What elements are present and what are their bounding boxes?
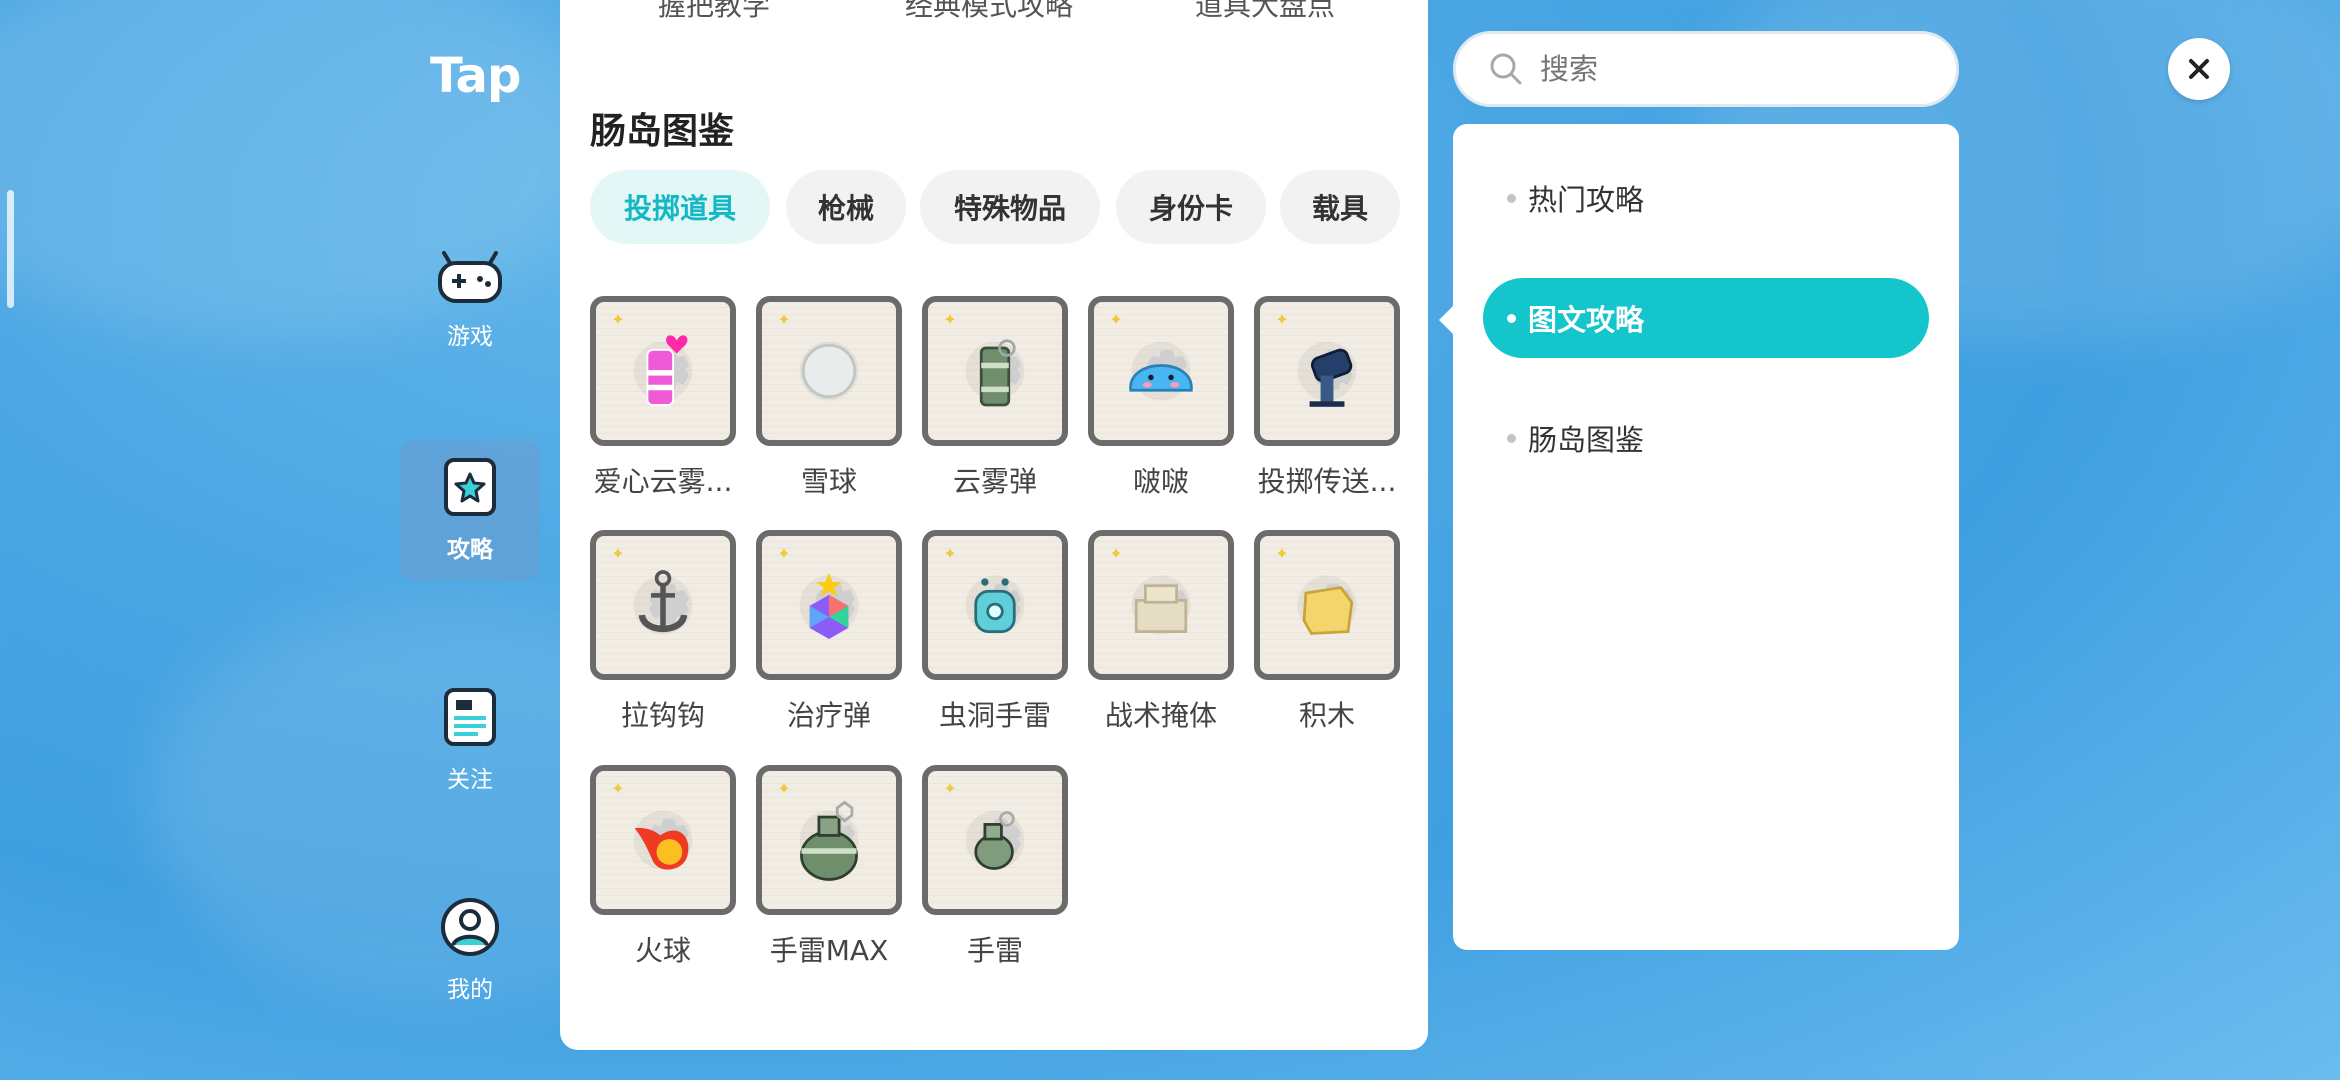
item-frame: ✦: [756, 530, 902, 680]
anchor-hook-icon: [638, 570, 688, 632]
close-button[interactable]: [2168, 38, 2230, 100]
item-label: 治疗弹: [786, 699, 871, 732]
item-frame: ✦: [1088, 296, 1234, 446]
menu-item-illustrated-guides[interactable]: 图文攻略: [1483, 278, 1929, 358]
item-label: 拉钩钩: [620, 699, 705, 732]
item-frame: ✦: [1254, 530, 1400, 680]
item-label: 战术掩体: [1104, 699, 1217, 732]
search-input[interactable]: [1538, 51, 1942, 87]
menu-item-hot-guides[interactable]: 热门攻略: [1483, 158, 1929, 238]
link-items-overview[interactable]: 道具大盘点: [1195, 0, 1335, 24]
tactical-cover-icon: [1134, 584, 1188, 633]
yellow-block-icon: [1302, 586, 1354, 635]
item-label: 啵啵: [1132, 465, 1189, 498]
guide-menu: 热门攻略 图文攻略 肠岛图鉴: [1453, 124, 1959, 950]
item-label: 手雷: [966, 934, 1023, 967]
tab-id-cards[interactable]: 身份卡: [1116, 170, 1266, 244]
top-links: 握把教学 经典模式攻略 道具大盘点: [560, 0, 1428, 24]
teleport-cannon-icon: [1309, 348, 1353, 407]
menu-pointer: [1439, 306, 1453, 334]
item-card[interactable]: ✦ 治疗弹: [756, 530, 902, 734]
item-frame: ✦: [922, 296, 1068, 446]
search-bar[interactable]: [1453, 31, 1959, 107]
gamepad-icon: [438, 251, 502, 303]
bullet-dot: [1507, 433, 1516, 443]
link-grip-tutorial[interactable]: 握把教学: [658, 0, 770, 24]
item-card[interactable]: ✦ 拉钩钩: [590, 530, 736, 734]
item-card[interactable]: ✦ 云雾弹: [922, 296, 1068, 500]
item-frame: ✦: [1254, 296, 1400, 446]
item-label: 火球: [634, 934, 691, 967]
item-frame: ✦: [922, 765, 1068, 915]
nav-item-games[interactable]: 游戏: [400, 230, 540, 370]
nav-item-me[interactable]: 我的: [400, 880, 540, 1020]
wormhole-grenade-icon: [974, 578, 1016, 633]
item-card[interactable]: ✦ 手雷: [922, 765, 1068, 969]
item-label: 手雷MAX: [769, 934, 889, 967]
search-icon: [1490, 53, 1522, 85]
nav-label: 攻略: [447, 537, 493, 563]
tab-special-items[interactable]: 特殊物品: [920, 170, 1100, 244]
menu-item-label: 肠岛图鉴: [1528, 423, 1645, 457]
big-grenade-icon: [800, 800, 858, 881]
item-card[interactable]: ✦ 积木: [1254, 530, 1400, 734]
item-label: 爱心云雾...: [593, 465, 733, 498]
item-card[interactable]: ✦ 投掷传送...: [1254, 296, 1400, 500]
item-frame: ✦: [756, 765, 902, 915]
menu-item-label: 热门攻略: [1528, 183, 1645, 217]
item-label: 积木: [1298, 699, 1355, 732]
item-label: 雪球: [800, 465, 857, 498]
close-icon: [2189, 59, 2209, 79]
link-classic-mode-guide[interactable]: 经典模式攻略: [905, 0, 1073, 24]
item-frame: ✦: [590, 530, 736, 680]
item-frame: ✦: [1088, 530, 1234, 680]
item-card[interactable]: ✦ 雪球: [756, 296, 902, 500]
fireball-icon: [634, 827, 689, 870]
edge-scrollbar[interactable]: [7, 190, 14, 308]
item-frame: ✦: [590, 296, 736, 446]
nav-label: 游戏: [447, 324, 493, 350]
guide-panel: 握把教学 经典模式攻略 道具大盘点 肠岛图鉴 投掷道具 枪械 特殊物品 身份卡 …: [560, 0, 1428, 1050]
item-card[interactable]: ✦ 火球: [590, 765, 736, 969]
tab-vehicles[interactable]: 载具: [1280, 170, 1400, 244]
list-card-icon: [444, 688, 496, 746]
item-frame: ✦: [590, 765, 736, 915]
item-label: 云雾弹: [952, 465, 1037, 498]
section-title: 肠岛图鉴: [590, 111, 735, 152]
tap-logo: Tap: [430, 48, 521, 104]
tab-throwables[interactable]: 投掷道具: [590, 170, 770, 244]
nav-item-follow[interactable]: 关注: [400, 670, 540, 810]
grenade-icon: [974, 811, 1015, 870]
item-card[interactable]: ✦ 手雷MAX: [756, 765, 902, 969]
bullet-dot: [1507, 193, 1516, 203]
item-card[interactable]: ✦ 啵啵: [1088, 296, 1234, 500]
blue-slime-icon: [1129, 364, 1193, 392]
user-icon: [441, 898, 499, 956]
menu-item-island-codex[interactable]: 肠岛图鉴: [1483, 398, 1929, 478]
item-label: 虫洞手雷: [938, 699, 1051, 732]
smoke-grenade-icon: [979, 339, 1016, 407]
tab-guns[interactable]: 枪械: [786, 170, 906, 244]
menu-item-label: 图文攻略: [1528, 303, 1645, 337]
item-label: 投掷传送...: [1257, 465, 1397, 498]
nav-label: 关注: [447, 767, 493, 793]
item-card[interactable]: ✦ 爱心云雾...: [590, 296, 736, 500]
pink-love-smoke-icon: [646, 335, 688, 406]
bullet-dot: [1507, 313, 1516, 323]
item-frame: ✦: [922, 530, 1068, 680]
item-frame: ✦: [756, 296, 902, 446]
item-card[interactable]: ✦ 战术掩体: [1088, 530, 1234, 734]
snowball-icon: [801, 343, 857, 399]
item-card[interactable]: ✦ 虫洞手雷: [922, 530, 1068, 734]
nav-item-guides[interactable]: 攻略: [400, 440, 540, 580]
star-card-icon: [444, 458, 496, 516]
healing-gem-icon: [809, 572, 849, 639]
nav-label: 我的: [447, 977, 493, 1003]
